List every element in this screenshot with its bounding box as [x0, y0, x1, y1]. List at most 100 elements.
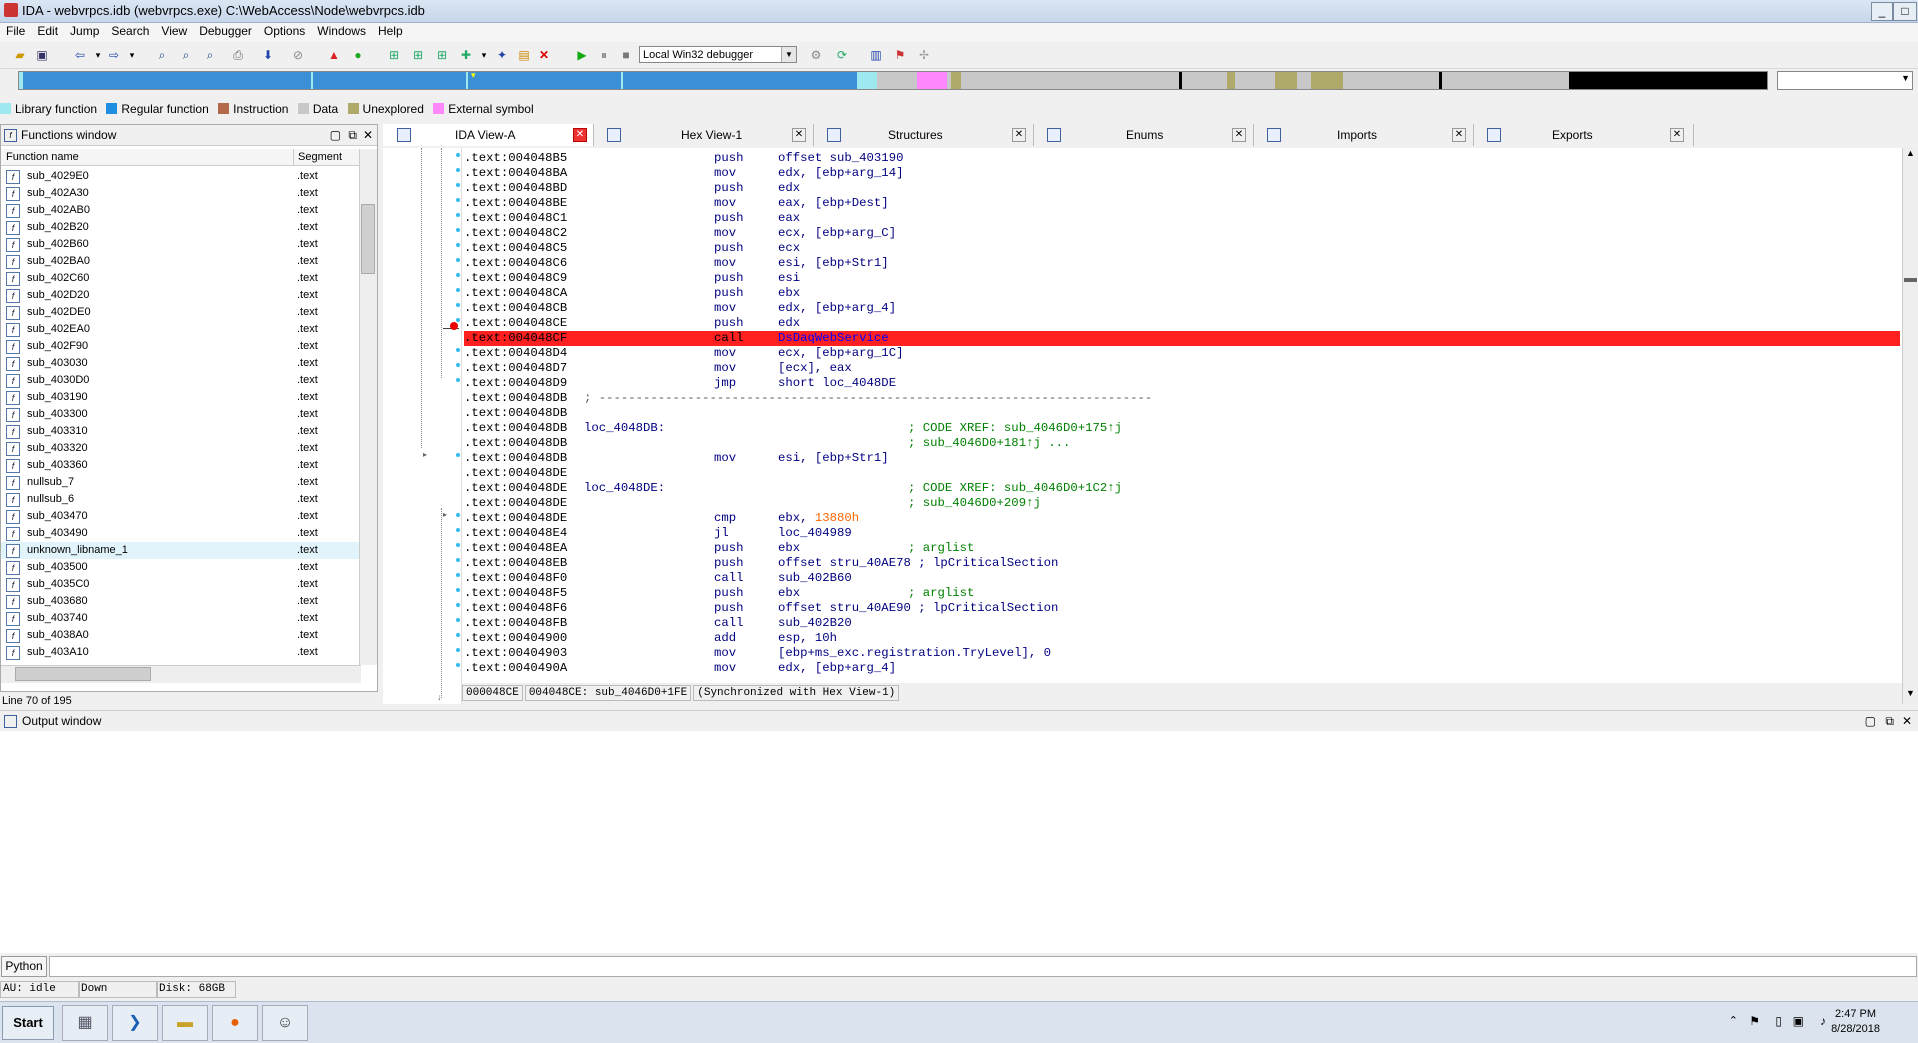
close-icon[interactable]: ✕: [363, 125, 373, 145]
function-row[interactable]: f sub_402DE0 .text: [1, 304, 361, 321]
code-operand[interactable]: DsDaqWebService: [778, 331, 889, 346]
terminate-process-icon[interactable]: ■: [618, 47, 634, 63]
code-operand[interactable]: edx: [778, 181, 800, 196]
code-line[interactable]: .text:004048CB mov edx, [ebp+arg_4]: [464, 301, 1900, 316]
code-line[interactable]: .text:004048DE loc_4048DE: ; CODE XREF: su…: [464, 481, 1900, 496]
code-line[interactable]: .text:004048DE: [464, 466, 1900, 481]
export-icon[interactable]: ▤: [516, 47, 532, 63]
close-icon[interactable]: ✕: [1232, 128, 1246, 142]
code-line[interactable]: .text:0040490A mov edx, [ebp+arg_4]: [464, 661, 1900, 676]
search-text-icon[interactable]: ⌕: [178, 47, 194, 63]
save-icon[interactable]: ▣: [34, 47, 50, 63]
code-line[interactable]: .text:004048DB mov esi, [ebp+Str1]: [464, 451, 1900, 466]
column-function-name[interactable]: Function name: [6, 149, 79, 165]
function-row[interactable]: f nullsub_7 .text: [1, 474, 361, 491]
back-dropdown-icon[interactable]: ▾: [90, 47, 106, 63]
breakpoints-icon[interactable]: ▥: [868, 47, 884, 63]
code-line[interactable]: .text:004048F0 call sub_402B60: [464, 571, 1900, 586]
tab-ida-view-a[interactable]: IDA View-A ✕: [383, 124, 594, 146]
code-operand[interactable]: edx, [ebp+arg_14]: [778, 166, 903, 181]
panel-restore-icon[interactable]: ▢: [1865, 711, 1876, 731]
menu-debugger[interactable]: Debugger: [193, 23, 258, 39]
function-row[interactable]: f sub_402C60 .text: [1, 270, 361, 287]
server-manager-icon[interactable]: ▦: [62, 1005, 108, 1041]
function-row[interactable]: f sub_402AB0 .text: [1, 202, 361, 219]
code-line[interactable]: .text:004048F5 push ebx ; arglist: [464, 586, 1900, 601]
code-operand[interactable]: esi, [ebp+Str1]: [778, 451, 889, 466]
print-icon[interactable]: ⎙: [230, 47, 246, 63]
function-row[interactable]: f sub_403A10 .text: [1, 644, 361, 661]
explorer-icon[interactable]: ▬: [162, 1005, 208, 1041]
code-line[interactable]: .text:004048CE push edx: [464, 316, 1900, 331]
code-line[interactable]: .text:004048BE mov eax, [ebp+Dest]: [464, 196, 1900, 211]
function-row[interactable]: f unknown_libname_1 .text: [1, 542, 361, 559]
code-operand[interactable]: edx: [778, 316, 800, 331]
code-line[interactable]: .text:004048D7 mov [ecx], eax: [464, 361, 1900, 376]
forward-icon[interactable]: ⇨: [106, 47, 122, 63]
tab-imports[interactable]: Imports ✕: [1253, 124, 1474, 146]
close-icon[interactable]: ✕: [1902, 711, 1912, 731]
device-icon[interactable]: ▯: [1775, 1014, 1782, 1028]
panel-float-icon[interactable]: ⧉: [348, 125, 357, 145]
code-line[interactable]: .text:004048B5 push offset sub_403190: [464, 151, 1900, 166]
functions-horizontal-scrollbar[interactable]: [1, 665, 361, 683]
menu-jump[interactable]: Jump: [64, 23, 105, 39]
code-operand[interactable]: edx, [ebp+arg_4]: [778, 661, 896, 676]
functions-vertical-scrollbar[interactable]: [359, 149, 377, 665]
debugger-select[interactable]: Local Win32 debugger ▼: [639, 46, 797, 63]
function-row[interactable]: f sub_403490 .text: [1, 525, 361, 542]
code-line[interactable]: .text:004048C5 push ecx: [464, 241, 1900, 256]
code-operand[interactable]: ebx: [778, 286, 800, 301]
start-button[interactable]: Start: [2, 1006, 54, 1040]
function-row[interactable]: f sub_403190 .text: [1, 389, 361, 406]
code-operand[interactable]: edx, [ebp+arg_4]: [778, 301, 896, 316]
tracing-icon[interactable]: ⚑: [892, 47, 908, 63]
code-operand[interactable]: esp, 10h: [778, 631, 837, 646]
delete-icon[interactable]: ✕: [536, 47, 552, 63]
code-operand[interactable]: offset stru_40AE78 ; lpCriticalSection: [778, 556, 1058, 571]
column-segment[interactable]: Segment: [293, 149, 342, 165]
start-process-icon[interactable]: ▶: [574, 47, 590, 63]
code-operand[interactable]: [ecx], eax: [778, 361, 852, 376]
menu-view[interactable]: View: [155, 23, 193, 39]
search-binary-icon[interactable]: ⌕: [154, 47, 170, 63]
pause-process-icon[interactable]: ⏸: [596, 47, 612, 63]
disassembly-view[interactable]: .text:004048B5 push offset sub_403190 .text…: [462, 148, 1902, 683]
add-dropdown-icon[interactable]: ▾: [476, 47, 492, 63]
tab-structures[interactable]: Structures ✕: [813, 124, 1034, 146]
scroll-down-icon[interactable]: ▼: [1906, 688, 1915, 698]
code-line[interactable]: .text:004048EB push offset stru_40AE78 ; l…: [464, 556, 1900, 571]
breakpoint-icon[interactable]: [450, 322, 458, 330]
menu-search[interactable]: Search: [105, 23, 155, 39]
code-line[interactable]: .text:004048DB loc_4048DB: ; CODE XREF: su…: [464, 421, 1900, 436]
code-operand[interactable]: ecx, [ebp+arg_1C]: [778, 346, 903, 361]
download-icon[interactable]: ⬇: [260, 47, 276, 63]
clock[interactable]: 2:47 PM 8/28/2018: [1831, 1007, 1880, 1037]
flag-icon[interactable]: ⚑: [1749, 1014, 1760, 1028]
code-operand[interactable]: ebx: [778, 586, 800, 601]
function-row[interactable]: f sub_4038A0 .text: [1, 627, 361, 644]
add-struct-icon[interactable]: ⊞: [410, 47, 426, 63]
volume-icon[interactable]: ♪: [1820, 1014, 1826, 1028]
minimize-button[interactable]: _: [1871, 2, 1893, 21]
code-operand[interactable]: offset stru_40AE90 ; lpCriticalSection: [778, 601, 1058, 616]
code-operand[interactable]: sub_402B60: [778, 571, 852, 586]
code-line[interactable]: .text:004048BA mov edx, [ebp+arg_14]: [464, 166, 1900, 181]
close-icon[interactable]: ✕: [792, 128, 806, 142]
firefox-icon[interactable]: ●: [212, 1005, 258, 1041]
chevron-down-icon[interactable]: ▼: [781, 47, 796, 62]
function-row[interactable]: f sub_403740 .text: [1, 610, 361, 627]
menu-help[interactable]: Help: [372, 23, 409, 39]
code-operand[interactable]: ecx, [ebp+arg_C]: [778, 226, 896, 241]
code-operand[interactable]: [ebp+ms_exc.registration.TryLevel], 0: [778, 646, 1051, 661]
show-hidden-icons-icon[interactable]: ⌃: [1729, 1014, 1738, 1027]
menu-edit[interactable]: Edit: [31, 23, 64, 39]
code-line[interactable]: .text:004048DB: [464, 406, 1900, 421]
scroll-thumb[interactable]: [1904, 278, 1917, 282]
function-row[interactable]: f sub_402EA0 .text: [1, 321, 361, 338]
function-row[interactable]: f sub_403360 .text: [1, 457, 361, 474]
navigation-combo[interactable]: ▼: [1777, 71, 1913, 90]
tab-exports[interactable]: Exports ✕: [1473, 124, 1694, 146]
debugger-options-icon[interactable]: ⚙: [808, 47, 824, 63]
command-input[interactable]: [49, 956, 1917, 977]
